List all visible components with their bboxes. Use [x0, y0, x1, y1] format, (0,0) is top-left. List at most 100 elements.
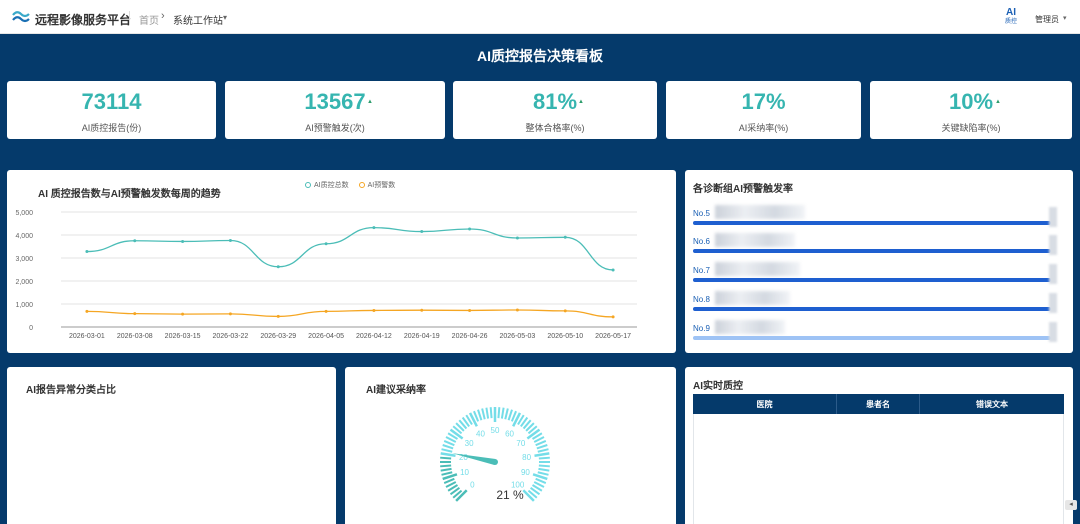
x-tick-label: 2026-03-22	[213, 333, 249, 340]
column-hospital[interactable]: 医院	[693, 394, 837, 414]
gauge-tick	[507, 409, 513, 421]
data-point	[276, 265, 280, 269]
ai-badge-top: AI	[1006, 7, 1016, 18]
kpi-value: 73114	[81, 89, 142, 114]
gauge-tick	[536, 444, 548, 450]
x-tick-label: 2026-05-03	[500, 333, 536, 340]
chevron-down-icon[interactable]: ▾	[223, 13, 227, 22]
redacted-name	[715, 291, 790, 305]
gauge-tick-label: 40	[476, 429, 485, 438]
gauge-tick-label: 90	[521, 468, 530, 477]
realtime-table-body	[693, 414, 1064, 524]
gauge-tick	[440, 456, 452, 460]
ai-qc-button[interactable]: AI 质控	[1002, 7, 1020, 26]
gauge-tick	[489, 407, 493, 419]
gauge-tick	[538, 456, 550, 460]
redacted-name	[715, 233, 795, 247]
gauge-tick	[537, 448, 549, 453]
trend-up-icon: ▲	[578, 99, 584, 105]
kpi-value: 81%	[532, 89, 578, 114]
y-tick-label: 2,000	[15, 279, 33, 286]
column-patient-name[interactable]: 患者名	[837, 394, 920, 414]
gauge-tick	[477, 409, 483, 421]
data-point	[611, 315, 615, 319]
group-row-label: No.5	[693, 209, 710, 218]
y-tick-label: 3,000	[15, 256, 33, 263]
data-point	[372, 226, 376, 230]
data-point	[133, 312, 137, 316]
kpi-card-defect-rate: 10% ▲ 关键缺陷率(%)	[870, 81, 1072, 139]
kpi-label: 整体合格率(%)	[525, 123, 585, 133]
redacted-value	[1049, 322, 1057, 342]
x-tick-label: 2026-05-10	[547, 333, 583, 340]
redacted-value	[1049, 207, 1057, 227]
gauge-tick	[500, 407, 505, 419]
gauge-tick	[537, 471, 549, 476]
data-point	[85, 309, 89, 313]
user-menu-caret-icon[interactable]: ▾	[1063, 14, 1067, 22]
trend-line-chart: 0 1,000 2,000 3,000 4,000 5,000 2026-03-01 2026…	[15, 210, 637, 340]
x-tick-label: 2026-05-17	[595, 333, 631, 340]
data-point	[228, 239, 232, 243]
trend-up-icon: ▲	[367, 99, 373, 105]
data-point	[324, 309, 328, 313]
gauge-tick	[441, 471, 453, 476]
breadcrumb-current[interactable]: 系统工作站	[173, 12, 223, 27]
redacted-value	[1049, 264, 1057, 284]
gauge-tick	[538, 464, 550, 468]
data-point	[276, 314, 280, 318]
series-line	[86, 309, 614, 318]
data-point	[181, 239, 185, 243]
data-point	[181, 312, 185, 316]
group-row-label: No.7	[693, 266, 710, 275]
kpi-card-pass-rate: 81% ▲ 整体合格率(%)	[453, 81, 657, 139]
realtime-table-header: 医院 患者名 错误文本	[693, 394, 1064, 414]
x-tick-label: 2026-04-12	[356, 333, 392, 340]
gauge-tick	[440, 467, 452, 472]
collapse-arrow-icon[interactable]: ◂	[1065, 500, 1077, 510]
user-menu[interactable]: 管理员	[1035, 14, 1059, 25]
x-tick-label: 2026-03-29	[260, 333, 296, 340]
kpi-label: AI预警触发(次)	[305, 123, 365, 133]
data-point	[133, 239, 137, 243]
y-tick-label: 5,000	[15, 210, 33, 217]
data-point	[563, 235, 567, 239]
trend-chart-panel: AI 质控报告数与AI预警触发数每周的趋势 AI质控总数 AI预警数 0 1,00…	[7, 170, 676, 353]
kpi-value: 17%	[741, 89, 786, 114]
data-point	[611, 268, 615, 272]
realtime-panel-title: AI实时质控	[693, 381, 743, 392]
gauge-tick	[481, 408, 486, 420]
x-tick-label: 2026-03-15	[165, 333, 201, 340]
data-point	[563, 309, 567, 313]
group-rate-bar	[693, 336, 1051, 340]
category-panel: AI报告异常分类占比	[7, 367, 336, 524]
data-point	[515, 308, 519, 312]
redacted-value	[1049, 235, 1057, 255]
gauge-tick-label: 80	[522, 453, 531, 462]
data-point	[85, 250, 89, 254]
gauge-tick-label: 60	[505, 429, 514, 438]
breadcrumb-home[interactable]: 首页	[139, 12, 159, 27]
ai-badge-bottom: 质控	[1004, 19, 1017, 25]
group-rate-bar	[693, 307, 1051, 311]
realtime-panel: AI实时质控 医院 患者名 错误文本	[685, 367, 1073, 524]
x-tick-label: 2026-03-01	[69, 333, 105, 340]
data-point	[468, 227, 472, 231]
data-point	[468, 308, 472, 312]
data-point	[420, 308, 424, 312]
data-point	[372, 308, 376, 312]
y-tick-label: 1,000	[15, 302, 33, 309]
redacted-value	[1049, 293, 1057, 313]
group-row-label: No.6	[693, 237, 710, 246]
group-rate-bar	[693, 278, 1051, 282]
category-panel-title: AI报告异常分类占比	[26, 385, 116, 396]
gauge-tick	[440, 452, 456, 457]
kpi-value: 10%	[948, 89, 994, 114]
gauge-value: 21 %	[496, 488, 524, 502]
group-row-label: No.9	[693, 324, 710, 333]
kpi-card-reports: 73114 AI质控报告(份)	[7, 81, 216, 139]
group-rate-bar	[693, 249, 1051, 253]
y-tick-label: 4,000	[15, 233, 33, 240]
y-tick-label: 0	[29, 325, 33, 332]
column-error-text[interactable]: 错误文本	[920, 394, 1064, 414]
